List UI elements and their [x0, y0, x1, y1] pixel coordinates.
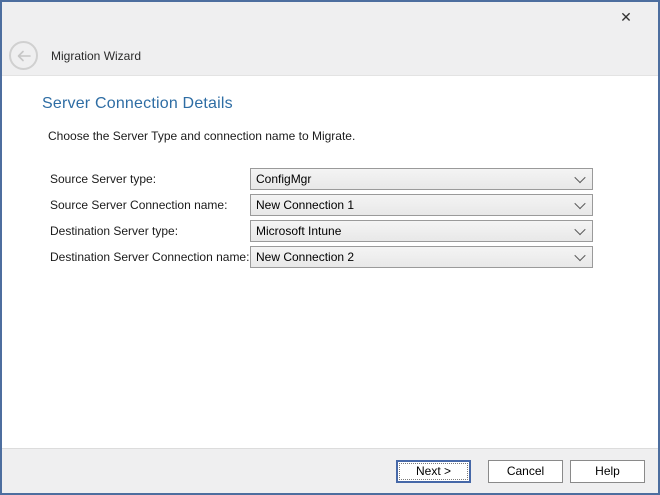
destination-server-type-select[interactable]: Microsoft Intune — [250, 220, 593, 242]
page-title: Server Connection Details — [42, 95, 658, 113]
combo-value: New Connection 1 — [256, 198, 576, 212]
combo-value: Microsoft Intune — [256, 224, 576, 238]
form-row: Source Server Connection name: New Conne… — [50, 194, 658, 216]
window-header-band: ✕ Migration Wizard — [2, 2, 658, 76]
destination-connection-name-label: Destination Server Connection name: — [50, 250, 250, 264]
combo-value: ConfigMgr — [256, 172, 576, 186]
page-description: Choose the Server Type and connection na… — [48, 129, 658, 143]
arrow-left-icon — [16, 50, 32, 62]
form-row: Destination Server Connection name: New … — [50, 246, 658, 268]
page-content: Server Connection Details Choose the Ser… — [2, 76, 658, 448]
source-connection-name-label: Source Server Connection name: — [50, 198, 250, 212]
source-server-type-label: Source Server type: — [50, 172, 250, 186]
migration-wizard-window: ✕ Migration Wizard Server Connection Det… — [0, 0, 660, 495]
source-connection-name-select[interactable]: New Connection 1 — [250, 194, 593, 216]
destination-server-type-label: Destination Server type: — [50, 224, 250, 238]
form-row: Source Server type: ConfigMgr — [50, 168, 658, 190]
help-button[interactable]: Help — [570, 460, 645, 483]
chevron-down-icon — [574, 224, 585, 235]
back-button[interactable] — [9, 41, 38, 70]
close-icon: ✕ — [620, 11, 632, 25]
combo-value: New Connection 2 — [256, 250, 576, 264]
close-button[interactable]: ✕ — [613, 7, 639, 29]
destination-connection-name-select[interactable]: New Connection 2 — [250, 246, 593, 268]
chevron-down-icon — [574, 250, 585, 261]
connection-form: Source Server type: ConfigMgr Source Ser… — [2, 168, 658, 268]
wizard-header: Migration Wizard — [9, 41, 141, 70]
footer-button-bar: Next > Cancel Help — [2, 448, 658, 493]
source-server-type-select[interactable]: ConfigMgr — [250, 168, 593, 190]
chevron-down-icon — [574, 198, 585, 209]
cancel-button[interactable]: Cancel — [488, 460, 563, 483]
wizard-title: Migration Wizard — [51, 49, 141, 63]
form-row: Destination Server type: Microsoft Intun… — [50, 220, 658, 242]
next-button[interactable]: Next > — [396, 460, 471, 483]
chevron-down-icon — [574, 172, 585, 183]
